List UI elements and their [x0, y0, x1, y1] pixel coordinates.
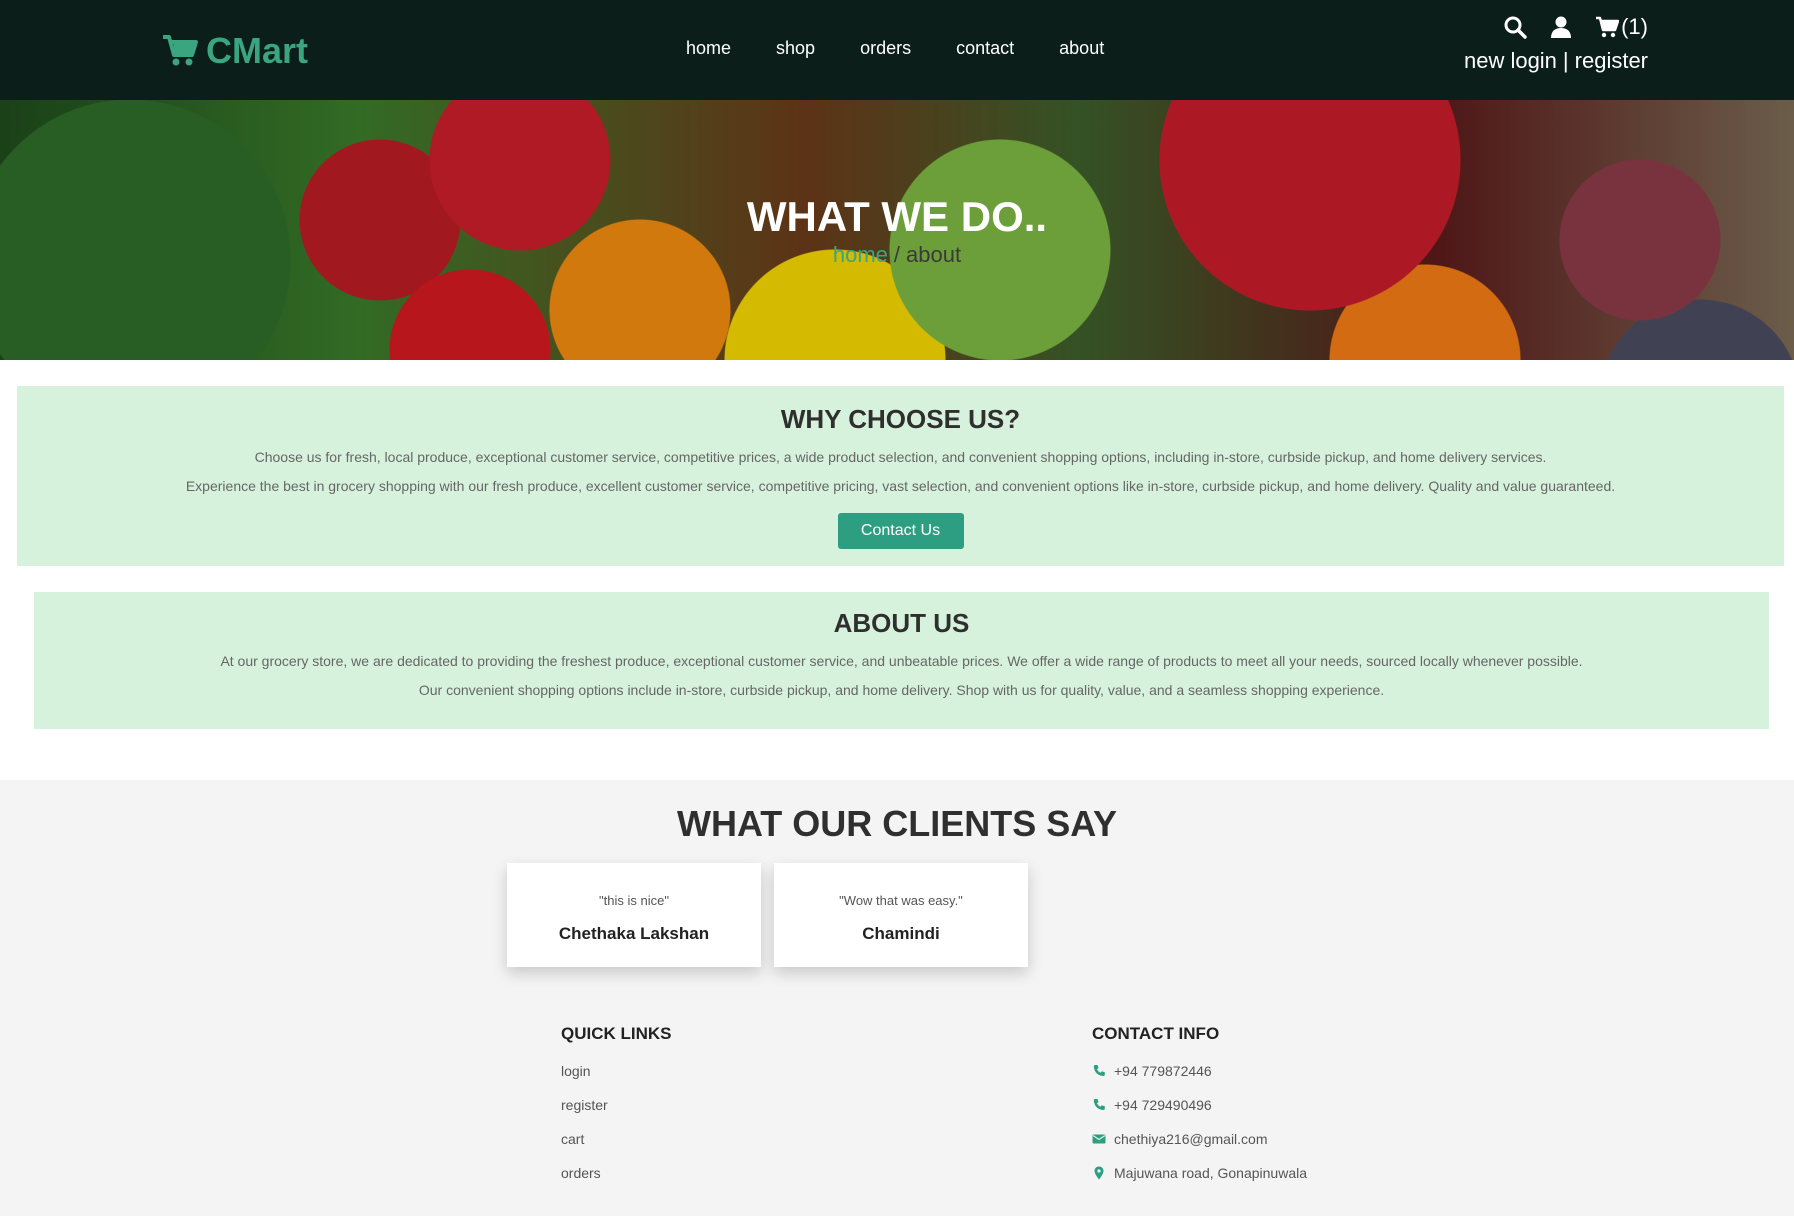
quick-links-title: QUICK LINKS — [561, 1024, 672, 1043]
contact-phone-1[interactable]: +94 779872446 — [1092, 1054, 1307, 1088]
contact-info: CONTACT INFO +94 779872446 +94 729490496… — [1092, 1024, 1307, 1190]
about-paragraph-2: Our convenient shopping options include … — [418, 682, 1385, 698]
testimonial-name: Chamindi — [862, 924, 940, 943]
breadcrumb-separator: / — [893, 242, 901, 267]
footer-link-orders[interactable]: orders — [561, 1156, 672, 1190]
logo-text: CMart — [206, 30, 309, 71]
map-pin-icon — [1094, 1166, 1104, 1180]
logo[interactable]: CMart — [162, 30, 308, 72]
breadcrumb-home[interactable]: home — [833, 242, 888, 267]
about-us-section: ABOUT US At our grocery store, we are de… — [34, 592, 1769, 729]
testimonial-quote: "Wow that was easy." — [839, 893, 963, 908]
contact-phone-2-text: +94 729490496 — [1114, 1097, 1212, 1113]
cart-link[interactable]: (1) — [1595, 14, 1648, 40]
contact-email-text: chethiya216@gmail.com — [1114, 1131, 1268, 1147]
register-link[interactable]: register — [1575, 48, 1648, 74]
contact-address: Majuwana road, Gonapinuwala — [1092, 1156, 1307, 1190]
cart-icon — [1596, 16, 1620, 38]
breadcrumb: home / about — [0, 242, 1794, 268]
why-title: WHY CHOOSE US? — [780, 404, 1021, 434]
user-icon[interactable] — [1549, 15, 1573, 39]
contact-email[interactable]: chethiya216@gmail.com — [1092, 1122, 1307, 1156]
envelope-icon — [1092, 1134, 1106, 1144]
nav-about[interactable]: about — [1059, 38, 1104, 59]
why-paragraph-1: Choose us for fresh, local produce, exce… — [254, 449, 1547, 465]
testimonial-quote: "this is nice" — [599, 893, 669, 908]
footer-link-register[interactable]: register — [561, 1088, 672, 1122]
contact-info-title: CONTACT INFO — [1092, 1024, 1220, 1043]
contact-address-text: Majuwana road, Gonapinuwala — [1114, 1165, 1308, 1181]
testimonial-name: Chethaka Lakshan — [558, 924, 710, 943]
account-separator: | — [1562, 48, 1569, 73]
header-icons: (1) — [1503, 14, 1648, 40]
breadcrumb-current: about — [906, 242, 962, 267]
nav-contact[interactable]: contact — [956, 38, 1014, 59]
about-paragraph-1: At our grocery store, we are dedicated t… — [220, 653, 1583, 669]
contact-us-button[interactable]: Contact Us — [837, 513, 964, 549]
search-icon[interactable] — [1503, 15, 1527, 39]
hero-title: WHAT WE DO.. — [746, 193, 1048, 240]
testimonials-footer-background — [0, 780, 1794, 1216]
nav-home[interactable]: home — [686, 38, 731, 59]
testimonials-title: WHAT OUR CLIENTS SAY — [676, 803, 1117, 844]
why-choose-us-section: WHY CHOOSE US? Choose us for fresh, loca… — [17, 386, 1784, 566]
account-links: new login | register — [1464, 48, 1648, 74]
nav-orders[interactable]: orders — [860, 38, 911, 59]
contact-phone-2[interactable]: +94 729490496 — [1092, 1088, 1307, 1122]
phone-icon — [1093, 1099, 1105, 1110]
quick-links: QUICK LINKS login register cart orders — [561, 1024, 672, 1190]
site-header: CMart home shop orders contact about (1) — [0, 0, 1794, 100]
footer-link-cart[interactable]: cart — [561, 1122, 672, 1156]
cart-logo-icon — [163, 35, 198, 66]
testimonial-card: "Wow that was easy." Chamindi — [774, 863, 1028, 967]
phone-icon — [1093, 1065, 1105, 1076]
footer-link-login[interactable]: login — [561, 1054, 672, 1088]
hero-banner: WHAT WE DO.. home / about — [0, 100, 1794, 360]
cart-count: (1) — [1621, 14, 1648, 39]
testimonial-card: "this is nice" Chethaka Lakshan — [507, 863, 761, 967]
about-title: ABOUT US — [833, 608, 970, 638]
contact-phone-1-text: +94 779872446 — [1114, 1063, 1212, 1079]
why-paragraph-2: Experience the best in grocery shopping … — [185, 478, 1616, 494]
nav-shop[interactable]: shop — [776, 38, 815, 59]
main-nav: home shop orders contact about — [686, 38, 1104, 59]
new-login-link[interactable]: new login — [1464, 48, 1557, 74]
